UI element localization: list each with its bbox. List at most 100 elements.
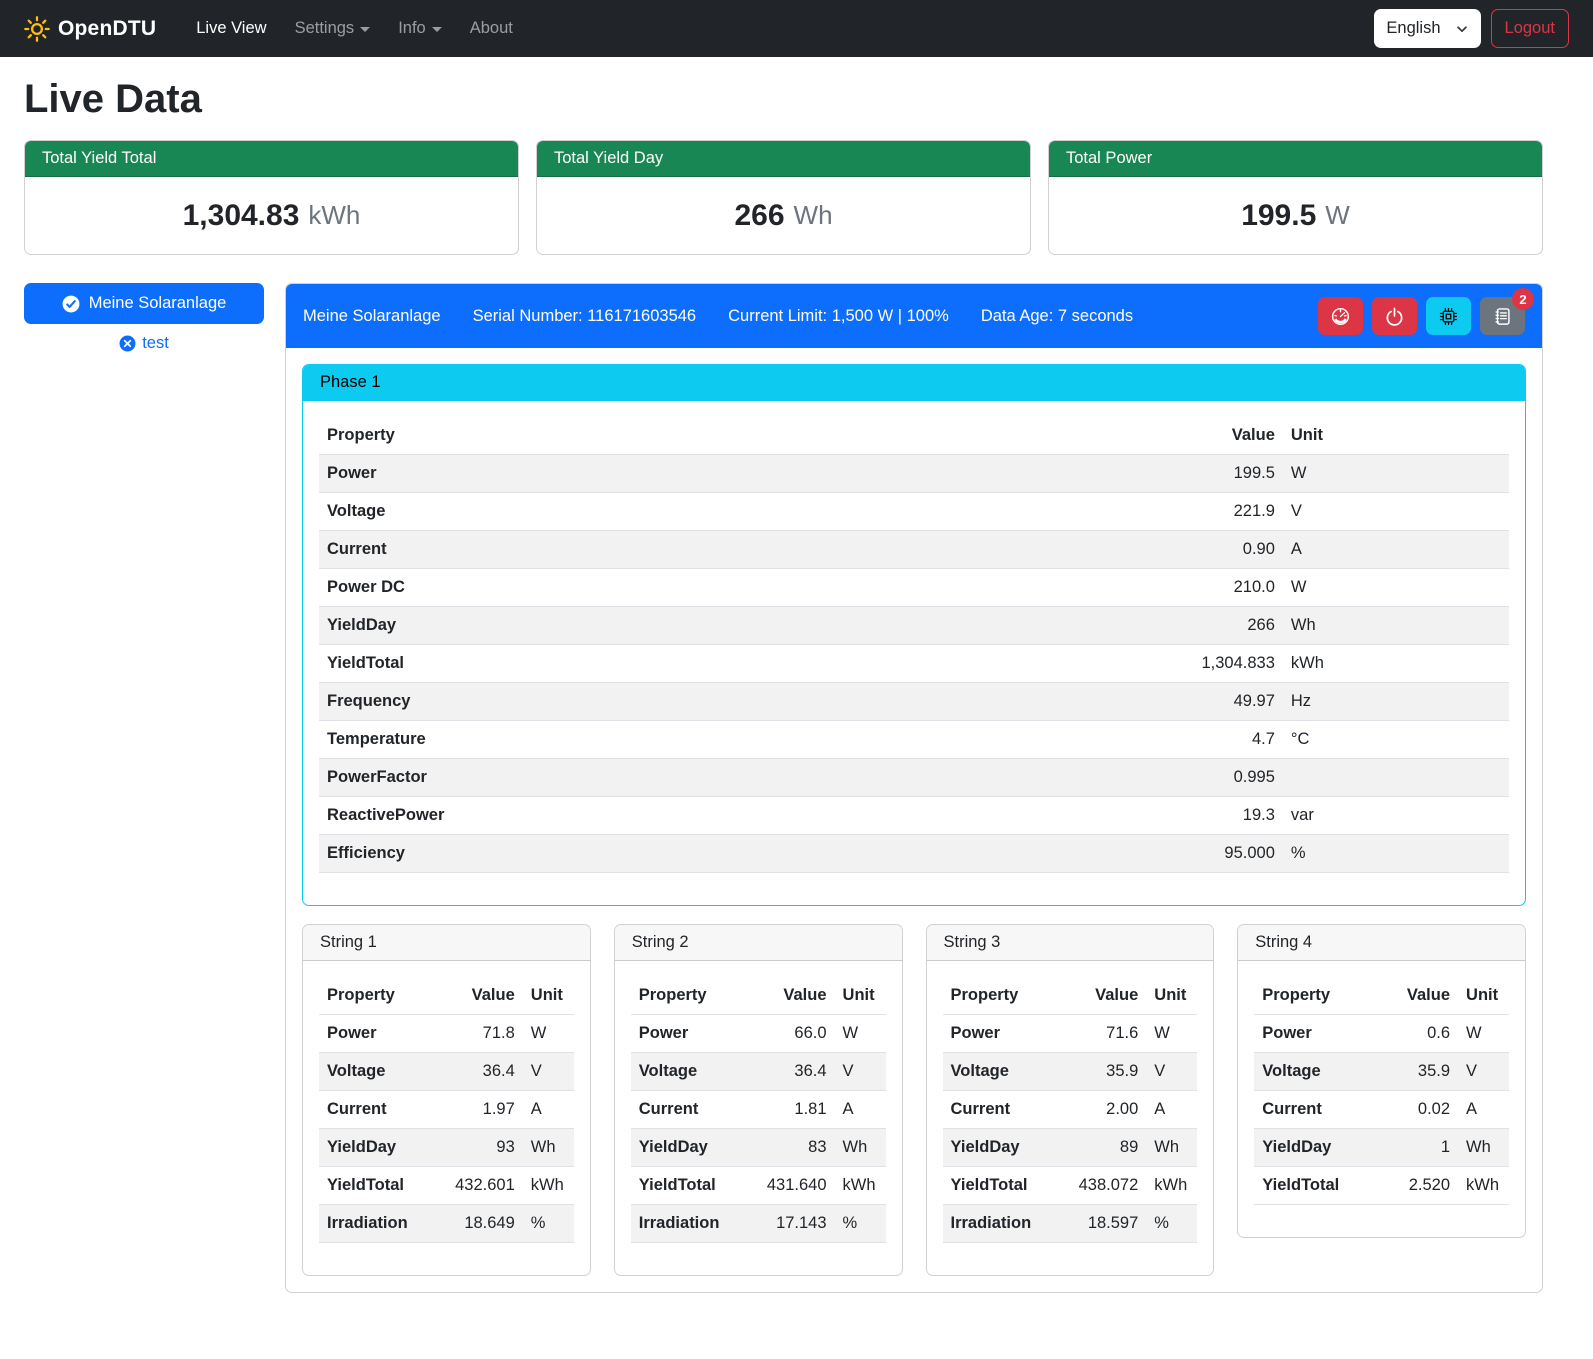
table-row: Voltage36.4V [319,1053,574,1091]
row-unit: W [1458,1015,1509,1053]
event-log-button[interactable]: 2 [1480,297,1525,335]
string-card-title: String 3 [927,925,1214,961]
row-value: 18.597 [1060,1205,1147,1243]
table-row: Temperature4.7°C [319,721,1509,759]
summary-unit: Wh [794,200,833,231]
logout-button[interactable]: Logout [1491,9,1569,48]
row-property: YieldTotal [319,645,1069,683]
table-row: Voltage36.4V [631,1053,886,1091]
table-row: YieldDay1Wh [1254,1129,1509,1167]
x-circle-icon [119,335,136,352]
row-value: 1 [1371,1129,1458,1167]
nav-item-info[interactable]: Info [386,11,454,46]
string-card-string-2: String 2 Property Value Unit Power66.0WV… [614,924,903,1276]
string-table: Property Value Unit Power71.6WVoltage35.… [943,977,1198,1243]
navbar: OpenDTU Live ViewSettingsInfo About Engli… [0,0,1593,57]
string-col-property: Property [1254,977,1371,1015]
row-unit: W [1146,1015,1197,1053]
table-row: Voltage35.9V [943,1053,1198,1091]
row-unit: kWh [1458,1167,1509,1205]
table-row: YieldTotal432.601kWh [319,1167,574,1205]
nav-item-about[interactable]: About [458,11,525,46]
row-property: Current [319,531,1069,569]
summary-card-title: Total Yield Total [25,141,518,177]
row-value: 210.0 [1069,569,1283,607]
table-row: Current0.02A [1254,1091,1509,1129]
row-value: 93 [436,1129,523,1167]
row-value: 36.4 [748,1053,835,1091]
inverter-card: Meine Solaranlage Serial Number: 1161716… [285,283,1543,1293]
row-unit: W [835,1015,886,1053]
row-value: 35.9 [1060,1053,1147,1091]
row-value: 83 [748,1129,835,1167]
nav-item-live-view[interactable]: Live View [184,11,278,46]
brand[interactable]: OpenDTU [24,16,156,42]
row-value: 2.00 [1060,1091,1147,1129]
table-row: Power199.5W [319,455,1509,493]
row-unit [1283,759,1509,797]
device-info-button[interactable] [1426,297,1471,335]
page-content: Live Data Total Yield Total1,304.83kWhTo… [0,57,1593,1293]
row-value: 4.7 [1069,721,1283,759]
summary-value: 199.5 [1241,199,1316,233]
row-property: Current [319,1091,436,1129]
row-property: Irradiation [943,1205,1060,1243]
inverter-item-test[interactable]: test [24,334,264,353]
string-col-value: Value [1060,977,1147,1015]
brand-name: OpenDTU [58,17,156,41]
row-property: Current [943,1091,1060,1129]
cpu-icon [1439,307,1458,326]
inverter-name: Meine Solaranlage [303,307,441,326]
row-unit: var [1283,797,1509,835]
nav-item-settings[interactable]: Settings [283,11,383,46]
row-property: Temperature [319,721,1069,759]
summary-card-total-yield-day: Total Yield Day266Wh [536,140,1031,255]
nav-item-label: About [470,19,513,38]
string-col-property: Property [319,977,436,1015]
row-unit: V [835,1053,886,1091]
table-row: Power0.6W [1254,1015,1509,1053]
limit-settings-button[interactable] [1318,297,1363,335]
power-button[interactable] [1372,297,1417,335]
string-col-unit: Unit [523,977,574,1015]
row-value: 221.9 [1069,493,1283,531]
string-card-string-4: String 4 Property Value Unit Power0.6WVo… [1237,924,1526,1238]
row-value: 66.0 [748,1015,835,1053]
phase-col-property: Property [319,417,1069,455]
row-unit: W [1283,455,1509,493]
row-unit: % [1146,1205,1197,1243]
phase-card: Phase 1 Property Value Unit Power199.5WV… [302,364,1526,906]
row-unit: V [1458,1053,1509,1091]
table-row: Voltage35.9V [1254,1053,1509,1091]
summary-cards-row: Total Yield Total1,304.83kWhTotal Yield … [24,140,1543,255]
row-unit: A [523,1091,574,1129]
inverter-select-button[interactable]: Meine Solaranlage [24,283,264,324]
table-row: Irradiation17.143% [631,1205,886,1243]
caret-down-icon [360,27,370,32]
string-table: Property Value Unit Power71.8WVoltage36.… [319,977,574,1243]
row-property: Power [631,1015,748,1053]
row-unit: % [523,1205,574,1243]
row-property: PowerFactor [319,759,1069,797]
inverter-action-buttons: 2 [1318,297,1525,335]
summary-value: 266 [734,199,784,233]
table-row: Power DC210.0W [319,569,1509,607]
row-property: Power [1254,1015,1371,1053]
row-property: Voltage [1254,1053,1371,1091]
inverter-card-header: Meine Solaranlage Serial Number: 1161716… [286,284,1542,348]
row-value: 431.640 [748,1167,835,1205]
row-property: Voltage [943,1053,1060,1091]
phase-card-title: Phase 1 [303,365,1525,401]
inverter-sidebar: Meine Solaranlage test [24,283,264,353]
row-value: 266 [1069,607,1283,645]
string-col-property: Property [631,977,748,1015]
row-value: 1.97 [436,1091,523,1129]
table-row: Frequency49.97Hz [319,683,1509,721]
summary-card-title: Total Power [1049,141,1542,177]
row-value: 36.4 [436,1053,523,1091]
string-col-value: Value [1371,977,1458,1015]
language-select[interactable]: English [1374,9,1480,48]
row-value: 0.90 [1069,531,1283,569]
row-value: 71.6 [1060,1015,1147,1053]
row-value: 1.81 [748,1091,835,1129]
